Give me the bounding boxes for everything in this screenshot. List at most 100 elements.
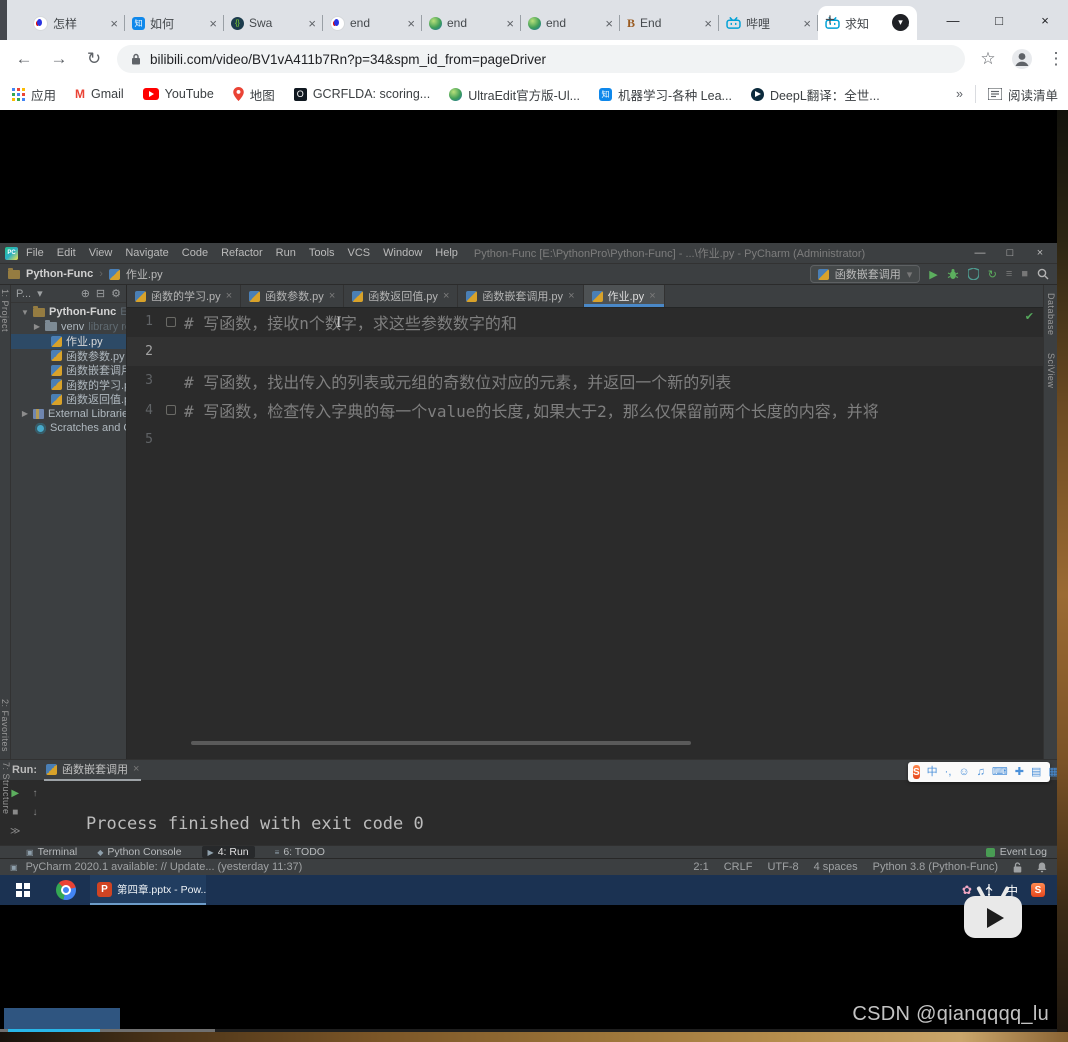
tool-button-database[interactable]: Database <box>1046 293 1056 336</box>
file-encoding[interactable]: UTF-8 <box>767 861 798 873</box>
collapse-all-icon[interactable]: ⊟ <box>96 287 105 300</box>
editor-tab[interactable]: 函数的学习.py × <box>127 285 241 307</box>
menu-run[interactable]: Run <box>276 247 296 259</box>
reading-list-button[interactable]: 阅读清单 <box>988 85 1058 104</box>
menu-navigate[interactable]: Navigate <box>125 247 168 259</box>
ime-keyboard-icon[interactable]: ⌨ <box>992 767 1008 778</box>
tree-item-file[interactable]: 函数嵌套调用.py <box>11 363 126 378</box>
ime-medical-icon[interactable]: ✚ <box>1015 767 1024 778</box>
tab-close-icon[interactable]: × <box>308 17 316 30</box>
ime-emoji-icon[interactable]: ☺ <box>958 767 969 778</box>
editor-tab[interactable]: 函数返回值.py × <box>344 285 458 307</box>
browser-tab[interactable]: {} Swa × <box>224 6 323 40</box>
settings-gear-icon[interactable]: ⚙ <box>111 287 121 300</box>
gutter-fold-icon[interactable] <box>158 405 184 415</box>
tree-expanded-icon[interactable]: ▼ <box>21 308 29 317</box>
sogou-logo-icon[interactable]: S <box>913 765 920 779</box>
gutter-fold-icon[interactable] <box>158 317 184 327</box>
address-bar[interactable]: bilibili.com/video/BV1vA411b7Rn?p=34&spm… <box>117 45 965 73</box>
window-maximize-button[interactable]: □ <box>976 0 1022 40</box>
tray-sogou-icon[interactable]: S <box>1031 883 1045 897</box>
run-anything-icon[interactable]: ≡ <box>1006 268 1012 280</box>
caret-position[interactable]: 2:1 <box>693 861 708 873</box>
run-config-selector[interactable]: 函数嵌套调用 ▾ <box>810 265 921 283</box>
code-line[interactable]: 4 # 写函数，检查传入字典的每一个value的长度,如果大于2，那么仅保留前两… <box>127 396 1043 426</box>
breadcrumb-file[interactable]: 作业.py <box>126 266 163 282</box>
tab-close-icon[interactable]: × <box>803 17 811 30</box>
ime-voice-icon[interactable]: ♫ <box>977 767 985 778</box>
tab-search-icon[interactable]: ▾ <box>892 14 909 31</box>
taskbar-powerpoint-button[interactable]: P 第四章.pptx - Pow... <box>90 875 206 905</box>
tree-item-root[interactable]: ▼ Python-Func E:\... <box>11 305 126 320</box>
video-player[interactable]: PC File Edit View Navigate Code Refactor… <box>0 110 1057 1032</box>
tool-button-python-console[interactable]: ◆ Python Console <box>97 846 181 858</box>
search-everywhere-icon[interactable] <box>1037 268 1049 280</box>
ime-chinese-mode-icon[interactable]: 中 <box>927 767 938 778</box>
code-editor[interactable]: 1 # 写函数，接收n个数字，求这些参数数字的和 2 3 # 写 <box>127 307 1043 760</box>
debug-button[interactable] <box>947 268 959 280</box>
tab-close-icon[interactable]: × <box>133 763 139 775</box>
menu-vcs[interactable]: VCS <box>348 247 371 259</box>
tool-button-terminal[interactable]: ▣ Terminal <box>26 846 77 858</box>
skip-icon[interactable]: ≫ <box>10 826 20 837</box>
inspections-ok-icon[interactable]: ✔ <box>1025 310 1034 323</box>
tree-item-venv[interactable]: ▶ venv library ro... <box>11 320 126 335</box>
menu-tools[interactable]: Tools <box>309 247 335 259</box>
profile-avatar[interactable] <box>1011 48 1033 70</box>
back-icon[interactable]: ← <box>13 48 35 70</box>
hide-tool-windows-icon[interactable]: ▣ <box>10 863 18 872</box>
menu-code[interactable]: Code <box>182 247 208 259</box>
reload-icon[interactable]: ↻ <box>83 48 105 70</box>
tree-item-scratches[interactable]: Scratches and Con... <box>11 421 126 436</box>
project-view-dropdown[interactable]: P... <box>16 288 31 300</box>
menu-view[interactable]: View <box>89 247 113 259</box>
bookmark-youtube[interactable]: YouTube <box>143 87 214 101</box>
tree-item-file[interactable]: 函数返回值.py <box>11 392 126 407</box>
code-line[interactable]: 3 # 写函数，找出传入的列表或元组的奇数位对应的元素，并返回一个新的列表 <box>127 366 1043 396</box>
tree-item-file-selected[interactable]: 作业.py <box>11 334 126 349</box>
bookmark-ml[interactable]: 知 机器学习-各种 Lea... <box>599 85 732 104</box>
browser-tab[interactable]: end × <box>323 6 422 40</box>
tree-collapsed-icon[interactable]: ▶ <box>21 409 29 418</box>
run-button[interactable]: ▶ <box>929 268 937 281</box>
browser-tab[interactable]: 知 如何 × <box>125 6 224 40</box>
player-play-button[interactable] <box>962 885 1026 941</box>
notifications-bell-icon[interactable] <box>1037 862 1047 873</box>
taskbar-chrome-button[interactable] <box>46 875 86 905</box>
browser-tab[interactable]: B End × <box>620 6 719 40</box>
tool-button-todo[interactable]: ≡ 6: TODO <box>275 846 325 858</box>
menu-window[interactable]: Window <box>383 247 422 259</box>
run-tab[interactable]: 函数嵌套调用 × <box>44 759 141 781</box>
tool-button-favorites[interactable]: 2: Favorites <box>0 699 10 752</box>
menu-help[interactable]: Help <box>435 247 458 259</box>
horizontal-scrollbar[interactable] <box>191 741 691 745</box>
bookmark-deepl[interactable]: DeepL翻译：全世... <box>751 85 880 104</box>
browser-tab[interactable]: 怎样 × <box>26 6 125 40</box>
tree-item-external-libraries[interactable]: ▶ External Libraries <box>11 407 126 422</box>
interpreter[interactable]: Python 3.8 (Python-Func) <box>873 861 998 873</box>
bookmark-maps[interactable]: 地图 <box>233 85 275 104</box>
tool-button-run[interactable]: ▶ 4: Run <box>202 846 255 858</box>
editor-tab[interactable]: 函数嵌套调用.py × <box>458 285 583 307</box>
tab-close-icon[interactable]: × <box>226 290 232 302</box>
tab-close-icon[interactable]: × <box>506 17 514 30</box>
code-line[interactable]: 5 <box>127 425 1043 455</box>
breadcrumb-project[interactable]: Python-Func <box>26 268 93 280</box>
menu-file[interactable]: File <box>26 247 44 259</box>
tab-close-icon[interactable]: × <box>329 290 335 302</box>
browser-tab[interactable]: 哔哩 × <box>719 6 818 40</box>
bookmark-ultraedit[interactable]: UltraEdit官方版-Ul... <box>449 85 580 104</box>
locate-file-icon[interactable]: ⊕ <box>81 287 90 300</box>
tab-close-icon[interactable]: × <box>649 290 655 302</box>
bookmark-apps[interactable]: 应用 <box>12 85 56 104</box>
tree-collapsed-icon[interactable]: ▶ <box>33 322 41 331</box>
bookmark-gcrflda[interactable]: O GCRFLDA: scoring... <box>294 87 430 101</box>
tree-item-file[interactable]: 函数参数.py <box>11 349 126 364</box>
new-tab-button[interactable]: + <box>818 8 842 32</box>
bookmarks-overflow-icon[interactable]: » <box>956 87 963 101</box>
stop-button[interactable]: ■ <box>12 807 18 818</box>
menu-refactor[interactable]: Refactor <box>221 247 263 259</box>
chevron-down-icon[interactable]: ▾ <box>37 287 43 300</box>
ime-skin-icon[interactable]: ▤ <box>1031 767 1041 778</box>
window-minimize-button[interactable]: — <box>930 0 976 40</box>
